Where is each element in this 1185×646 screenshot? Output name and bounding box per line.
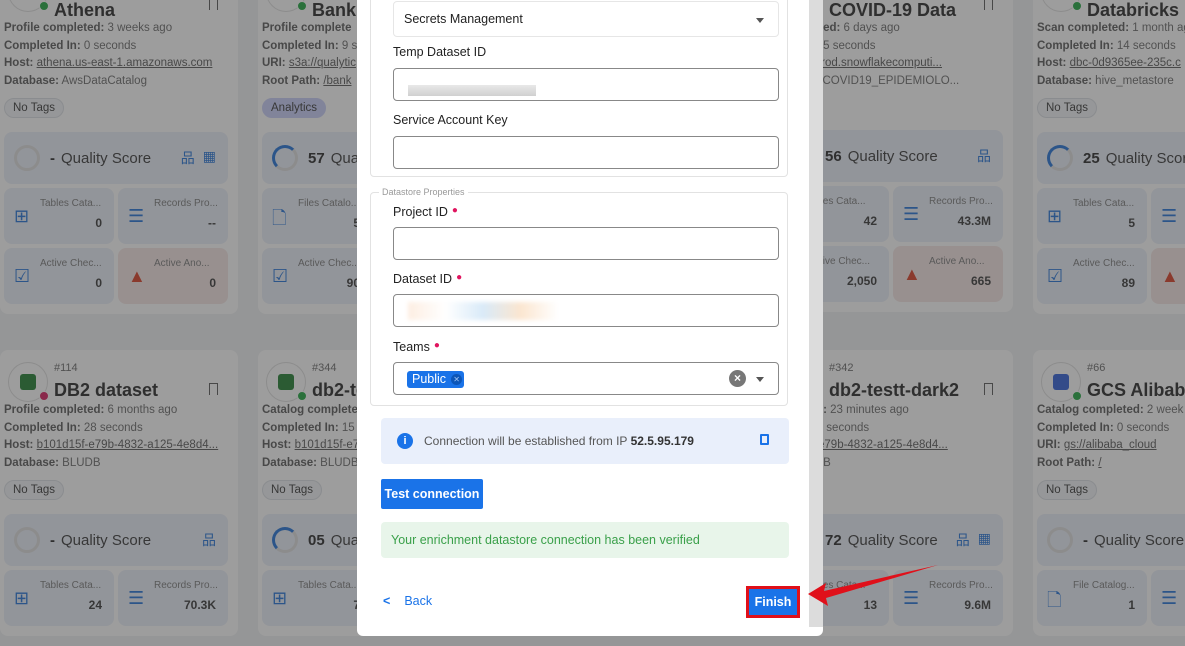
ip-info-banner: i Connection will be established from IP… — [381, 418, 789, 464]
back-button[interactable]: < Back — [383, 594, 432, 608]
modal-scrollbar[interactable] — [809, 0, 823, 627]
teams-label-text: Teams — [393, 340, 430, 354]
connection-verified-message: Your enrichment datastore connection has… — [381, 522, 789, 558]
connection-section: Secrets Management Temp Dataset ID Servi… — [370, 0, 788, 177]
dataset-id-input[interactable] — [393, 294, 779, 327]
required-indicator: ● — [433, 340, 440, 351]
datastore-properties-section: Datastore Properties Project ID ● Dataset… — [370, 187, 788, 406]
copy-icon[interactable] — [760, 434, 769, 445]
service-account-input[interactable] — [393, 136, 779, 169]
chevron-down-icon[interactable] — [756, 377, 764, 382]
team-chip-public[interactable]: Public ✕ — [407, 371, 465, 388]
enrichment-datastore-modal: Secrets Management Temp Dataset ID Servi… — [357, 0, 823, 636]
remove-chip-icon[interactable]: ✕ — [451, 374, 463, 385]
project-id-input[interactable] — [393, 227, 779, 260]
clear-icon[interactable]: × — [729, 370, 746, 387]
info-icon: i — [397, 433, 413, 449]
temp-dataset-label: Temp Dataset ID — [393, 45, 487, 59]
project-id-label-text: Project ID — [393, 205, 448, 219]
test-connection-button[interactable]: Test connection — [381, 479, 483, 509]
dataset-id-label-text: Dataset ID — [393, 272, 453, 286]
datastore-properties-legend: Datastore Properties — [379, 187, 468, 197]
ip-info-text: Connection will be established from IP 5… — [424, 434, 694, 448]
redacted-value — [408, 85, 536, 96]
info-text: Connection will be established from IP — [424, 434, 628, 448]
teams-label: Teams ● — [393, 340, 440, 354]
dataset-id-label: Dataset ID ● — [393, 272, 462, 286]
back-label: Back — [404, 594, 433, 608]
ip-address: 52.5.95.179 — [630, 434, 694, 448]
secrets-management-select[interactable]: Secrets Management — [393, 1, 779, 37]
team-chip-label: Public — [412, 372, 447, 386]
temp-dataset-input[interactable] — [393, 68, 779, 101]
teams-select[interactable]: Public ✕ × — [393, 362, 779, 395]
chevron-down-icon — [756, 18, 764, 23]
redacted-value — [408, 302, 558, 320]
project-id-label: Project ID ● — [393, 205, 458, 219]
secrets-select-value: Secrets Management — [404, 12, 523, 26]
required-indicator: ● — [451, 205, 458, 216]
required-indicator: ● — [456, 272, 463, 283]
service-account-label: Service Account Key — [393, 113, 508, 127]
chevron-left-icon: < — [383, 594, 391, 608]
finish-button[interactable]: Finish — [746, 586, 800, 618]
